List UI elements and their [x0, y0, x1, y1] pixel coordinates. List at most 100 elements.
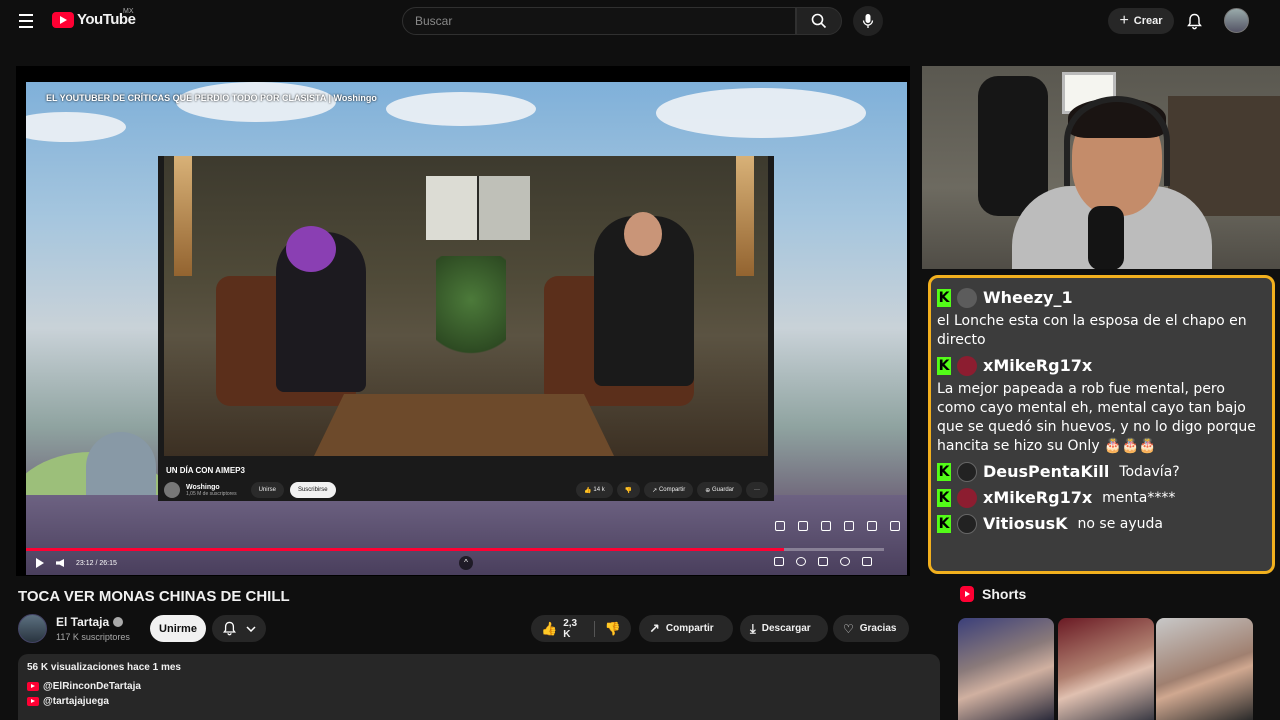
kick-chat-overlay: K Wheezy_1el Lonche esta con la esposa de… [928, 275, 1275, 574]
embedded-like-button: 👍 14 k [576, 482, 613, 498]
video-player[interactable]: EL YOUTUBER DE CRÍTICAS QUE PERDIO TODO … [16, 66, 910, 576]
captions-icon[interactable] [774, 557, 784, 566]
bell-icon [1186, 13, 1202, 29]
comment-overlay-icon[interactable] [821, 521, 831, 531]
description-link[interactable]: @tartajajuega [27, 696, 931, 707]
description-link[interactable]: @ElRinconDeTartaja [27, 681, 931, 692]
chat-username: DeusPentaKill [983, 462, 1110, 481]
chat-message: KxMikeRg17x La mejor papeada a rob fue me… [937, 356, 1266, 456]
create-button[interactable]: + Crear [1108, 8, 1174, 34]
link-text: @ElRinconDeTartaja [43, 681, 141, 692]
video-title: TOCA VER MONAS CHINAS DE CHILL [18, 588, 290, 605]
progress-bar[interactable] [26, 548, 884, 551]
embedded-save-label: Guardar [711, 487, 734, 493]
chat-username: VitiosusK [983, 514, 1068, 533]
search-button[interactable] [796, 7, 842, 35]
kick-badge-icon: K [937, 357, 951, 375]
streamer-webcam [922, 66, 1280, 269]
coffee-table [314, 394, 614, 456]
thanks-button[interactable]: ♡ Gracias [833, 615, 909, 642]
chat-username: Wheezy_1 [983, 288, 1073, 307]
kick-badge-icon: K [937, 489, 951, 507]
subscriber-count: 117 K suscriptores [56, 632, 130, 642]
channel-name-text: El Tartaja [56, 615, 110, 629]
microphone-icon [862, 14, 874, 28]
settings-icon[interactable] [840, 557, 850, 566]
channel-avatar[interactable] [18, 614, 47, 643]
cloud-shape [656, 88, 866, 138]
menu-icon[interactable] [14, 10, 38, 32]
voice-search-button[interactable] [853, 6, 883, 36]
player-controls-right [774, 557, 872, 566]
chat-text: no se ayuda [1077, 516, 1163, 532]
progress-fill [26, 548, 785, 551]
shorts-title: Shorts [982, 586, 1027, 602]
embedded-share-button: ↗ Compartir [644, 482, 694, 498]
short-thumbnail[interactable] [958, 618, 1054, 720]
share-button[interactable]: ↗ Compartir [639, 615, 733, 642]
plant [436, 256, 506, 366]
chat-text: La mejor papeada a rob fue mental, pero … [937, 381, 1256, 454]
chat-text: el Lonche esta con la esposa de el chapo… [937, 313, 1247, 348]
chat-message-header: KxMikeRg17x menta**** [937, 488, 1266, 508]
subscription-notifications-button[interactable] [212, 615, 266, 642]
embedded-save-button: ⊕ Guardar [697, 482, 742, 498]
autoplay-icon[interactable] [796, 557, 806, 566]
channel-name[interactable]: El Tartaja [56, 615, 124, 629]
embedded-share-label: Compartir [658, 487, 686, 493]
sparkle-overlay-icon[interactable] [867, 521, 877, 531]
embedded-join-button: Unirse [250, 482, 284, 498]
verified-icon [113, 617, 124, 627]
miniplayer-icon[interactable] [818, 557, 828, 566]
chat-message: K Wheezy_1el Lonche esta con la esposa de… [937, 288, 1266, 350]
kick-badge-icon: K [937, 515, 951, 533]
embedded-channel-avatar [164, 482, 180, 498]
wall-art [426, 176, 530, 240]
embedded-channel-name: Woshingo [186, 483, 220, 491]
account-avatar[interactable] [1224, 8, 1249, 33]
dislike-button[interactable]: 👎 [605, 621, 621, 637]
notifications-button[interactable] [1184, 10, 1204, 32]
person-left-hair [286, 226, 336, 272]
download-button[interactable]: ⤓ Descargar [740, 615, 828, 642]
chat-message-header: K DeusPentaKill Todavía? [937, 462, 1266, 482]
embedded-video-title: UN DÍA CON AIMEP3 [166, 466, 245, 475]
kick-badge-icon: K [937, 289, 951, 307]
embedded-more-button: ··· [746, 482, 768, 498]
volume-icon[interactable] [56, 559, 64, 567]
more-overlay-icon[interactable] [890, 521, 900, 531]
chevron-up-icon[interactable]: ^ [459, 556, 473, 570]
like-button[interactable]: 👍 2,3 K [541, 618, 584, 640]
chat-message: KxMikeRg17x menta**** [937, 488, 1266, 508]
play-icon[interactable] [36, 558, 44, 568]
chat-user-avatar [957, 514, 977, 534]
share-icon: ↗ [649, 620, 660, 636]
thumbs-down-icon: 👎 [604, 620, 621, 636]
chat-message: K DeusPentaKill Todavía? [937, 462, 1266, 482]
like-overlay-icon[interactable] [775, 521, 785, 531]
create-label: Crear [1133, 15, 1163, 27]
thanks-label: Gracias [859, 623, 897, 634]
description-box[interactable]: 56 K visualizaciones hace 1 mes @ElRinco… [18, 654, 940, 720]
youtube-icon [27, 697, 39, 706]
chat-message-header: K Wheezy_1 [937, 288, 1266, 308]
chat-text: menta**** [1102, 490, 1176, 506]
short-thumbnail[interactable] [1058, 618, 1154, 720]
chat-user-avatar [957, 288, 977, 308]
youtube-logo[interactable]: YouTube MX [52, 8, 136, 28]
divider [593, 620, 595, 637]
embedded-subscribe-button: Suscribirse [289, 482, 336, 498]
player-controls: 23:12 / 26:15 [26, 553, 884, 573]
join-button[interactable]: Unirme [150, 615, 206, 642]
embedded-video: UN DÍA CON AIMEP3 Woshingo 1,05 M de sus… [158, 156, 774, 501]
fullscreen-exit-icon[interactable] [862, 557, 872, 566]
link-text: @tartajajuega [43, 696, 109, 707]
dislike-overlay-icon[interactable] [798, 521, 808, 531]
search-input[interactable] [403, 8, 795, 34]
short-thumbnail[interactable] [1156, 618, 1253, 720]
search-icon [811, 13, 827, 29]
bell-icon [222, 621, 236, 636]
embedded-video-bar: Woshingo 1,05 M de suscriptores Unirse S… [164, 480, 768, 500]
chat-text: Todavía? [1119, 464, 1180, 480]
share-overlay-icon[interactable] [844, 521, 854, 531]
